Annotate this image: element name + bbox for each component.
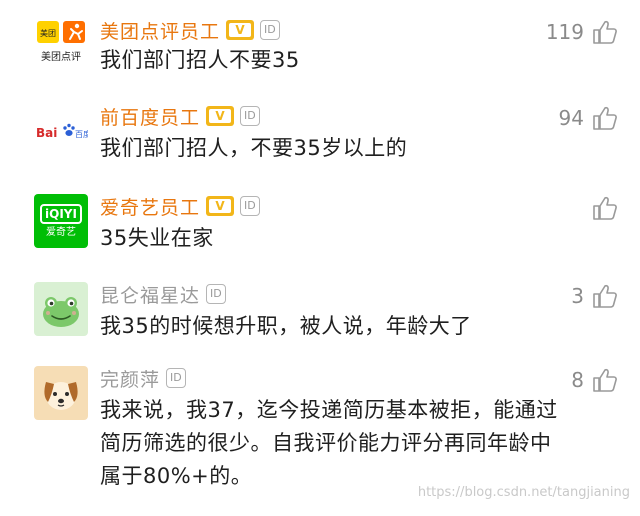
thumbs-up-icon[interactable]: [592, 19, 618, 45]
name-row: 昆仑福星达 ID: [100, 280, 226, 308]
avatar[interactable]: 美团 美团点评: [34, 16, 88, 70]
baidu-logo: Bai 百度: [36, 123, 88, 140]
comment-text: 我35的时候想升职，被人说，年龄大了: [100, 314, 472, 338]
user-name[interactable]: 美团点评员工: [100, 17, 220, 44]
iqiyi-logo-mark: iQIYI: [40, 204, 82, 224]
user-name[interactable]: 完颜萍: [100, 365, 160, 392]
like-count: 119: [545, 20, 584, 44]
name-row: 美团点评员工 V ID: [100, 16, 280, 44]
avatar[interactable]: iQIYI 爱奇艺: [34, 194, 88, 248]
like-control[interactable]: 8: [571, 364, 618, 396]
like-count: 94: [558, 106, 584, 130]
id-badge: ID: [240, 196, 260, 216]
name-row: 爱奇艺员工 V ID: [100, 192, 260, 220]
iqiyi-logo-caption: 爱奇艺: [46, 227, 76, 238]
avatar[interactable]: Bai 百度: [34, 104, 88, 158]
user-name[interactable]: 昆仑福星达: [100, 281, 200, 308]
name-row: 完颜萍 ID: [100, 364, 186, 392]
id-badge: ID: [240, 106, 260, 126]
thumbs-up-icon[interactable]: [592, 105, 618, 131]
like-control[interactable]: 3: [571, 280, 618, 312]
paw-icon: [63, 123, 75, 136]
id-badge: ID: [166, 368, 186, 388]
comment-text: 我来说，我37，迄今投递简历基本被拒，能通过简历筛选的很少。自我评价能力评分再同…: [100, 398, 558, 488]
verified-badge: V: [206, 106, 235, 126]
comment-text: 35失业在家: [100, 226, 214, 250]
id-badge: ID: [260, 20, 280, 40]
name-row: 前百度员工 V ID: [100, 102, 260, 130]
like-control[interactable]: [584, 192, 618, 224]
meituan-logo-caption: 美团点评: [41, 50, 81, 63]
user-name[interactable]: 爱奇艺员工: [100, 193, 200, 220]
comment-text: 我们部门招人不要35: [100, 48, 300, 72]
verified-badge: V: [206, 196, 235, 216]
dog-icon: [44, 382, 78, 410]
thumbs-up-icon[interactable]: [592, 367, 618, 393]
avatar[interactable]: [34, 282, 88, 336]
like-control[interactable]: 119: [546, 16, 618, 48]
watermark: https://blog.csdn.net/tangjianing: [417, 485, 630, 500]
baidu-logo-cn: 百度: [75, 129, 88, 139]
like-control[interactable]: 94: [559, 102, 618, 134]
user-name[interactable]: 前百度员工: [100, 103, 200, 130]
iqiyi-logo: iQIYI 爱奇艺: [40, 204, 82, 238]
like-count: 3: [571, 284, 584, 308]
comment-text: 我们部门招人，不要35岁以上的: [100, 136, 408, 160]
frog-icon: [43, 297, 79, 327]
meituan-logo-text: 美团: [40, 28, 56, 38]
meituan-logo: 美团 美团点评: [37, 21, 85, 63]
thumbs-up-icon[interactable]: [592, 195, 618, 221]
avatar[interactable]: [34, 366, 88, 420]
thumbs-up-icon[interactable]: [592, 283, 618, 309]
like-count: 8: [571, 368, 584, 392]
verified-badge: V: [226, 20, 255, 40]
id-badge: ID: [206, 284, 226, 304]
baidu-logo-text: Bai: [36, 126, 57, 140]
